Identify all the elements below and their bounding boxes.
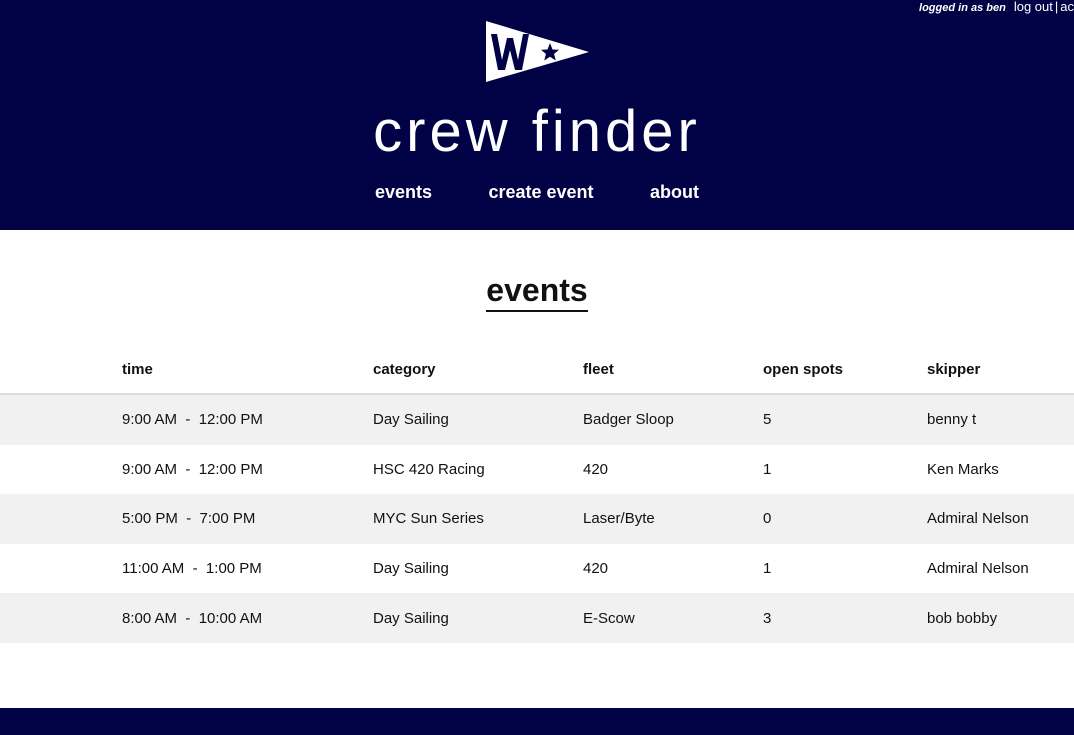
cell-time: 9:00 AM - 12:00 PM <box>122 394 373 445</box>
nav-create-event[interactable]: create event <box>488 182 593 203</box>
cell-skipper: benny t <box>927 394 1074 445</box>
cell-category: HSC 420 Racing <box>373 460 485 478</box>
cell-time: 11:00 AM - 1:00 PM <box>122 560 262 578</box>
cell-fleet: E-Scow <box>583 593 763 643</box>
cell-open-spots: 1 <box>763 460 772 478</box>
cell-open-spots: 3 <box>763 593 927 643</box>
user-bar: logged in as ben log out | ac <box>919 0 1074 15</box>
cell-date: 8-11-30 <box>0 445 122 495</box>
page-title-text: events <box>486 272 588 312</box>
cell-fleet: Laser/Byte <box>583 494 763 544</box>
events-table-container: e time category fleet open spots skipper… <box>0 346 1074 643</box>
page-title: events <box>0 272 1074 312</box>
column-header-fleet[interactable]: fleet <box>583 346 763 395</box>
cell-fleet: 420 <box>583 460 609 478</box>
nav-events[interactable]: events <box>375 182 432 203</box>
cell-category: Day Sailing <box>373 593 583 643</box>
burgee-flag-icon[interactable] <box>483 20 591 84</box>
cell-date: 9-05-14 <box>0 593 122 643</box>
logged-in-status: logged in as ben <box>919 2 1006 14</box>
cell-category: MYC Sun Series <box>373 494 583 544</box>
nav-about[interactable]: about <box>650 182 699 203</box>
cell-date: 8-11-30 <box>0 394 122 445</box>
cell-skipper: bob bobby <box>927 593 1074 643</box>
table-row[interactable]: 8-11-30 9:00 AM - 12:00 PM Day Sailing B… <box>0 394 1074 445</box>
column-header-category[interactable]: category <box>373 346 583 395</box>
account-link[interactable]: ac <box>1060 0 1074 14</box>
cell-skipper: Admiral Nelson <box>927 494 1074 544</box>
column-header-skipper[interactable]: skipper <box>927 346 1074 395</box>
cell-time: 8:00 AM - 10:00 AM <box>122 593 373 643</box>
cell-open-spots: 5 <box>763 394 927 445</box>
cell-date: 9-04-01 <box>0 544 122 594</box>
cell-fleet: 420 <box>583 560 609 578</box>
cell-time: 9:00 AM - 12:00 PM <box>122 460 263 478</box>
events-table: e time category fleet open spots skipper… <box>0 346 1074 643</box>
cell-fleet: Badger Sloop <box>583 394 763 445</box>
column-header-time[interactable]: time <box>122 346 373 395</box>
cell-open-spots: 1 <box>763 560 772 578</box>
cell-skipper: Admiral Nelson <box>927 560 1029 578</box>
cell-category: Day Sailing <box>373 394 583 445</box>
table-row[interactable]: 8-11-30 9:00 AM - 12:00 PM HSC 420 Racin… <box>0 445 1074 495</box>
cell-date: 9-01-01 <box>0 494 122 544</box>
cell-category: Day Sailing <box>373 560 449 578</box>
site-footer <box>0 708 1074 735</box>
table-row[interactable]: 9-05-14 8:00 AM - 10:00 AM Day Sailing E… <box>0 593 1074 643</box>
cell-skipper: Ken Marks <box>927 460 999 478</box>
table-header-row: e time category fleet open spots skipper <box>0 346 1074 395</box>
main-nav: events create event about <box>0 182 1074 203</box>
logout-link[interactable]: log out <box>1014 0 1053 14</box>
column-header-open-spots[interactable]: open spots <box>763 346 927 395</box>
table-row[interactable]: 9-04-01 11:00 AM - 1:00 PM Day Sailing 4… <box>0 544 1074 594</box>
site-header: logged in as ben log out | ac crew finder e… <box>0 0 1074 230</box>
column-header-date[interactable]: e <box>0 346 122 395</box>
separator: | <box>1054 0 1059 14</box>
cell-open-spots: 0 <box>763 494 927 544</box>
cell-time: 5:00 PM - 7:00 PM <box>122 494 373 544</box>
site-title[interactable]: crew finder <box>0 96 1074 168</box>
table-row[interactable]: 9-01-01 5:00 PM - 7:00 PM MYC Sun Series… <box>0 494 1074 544</box>
